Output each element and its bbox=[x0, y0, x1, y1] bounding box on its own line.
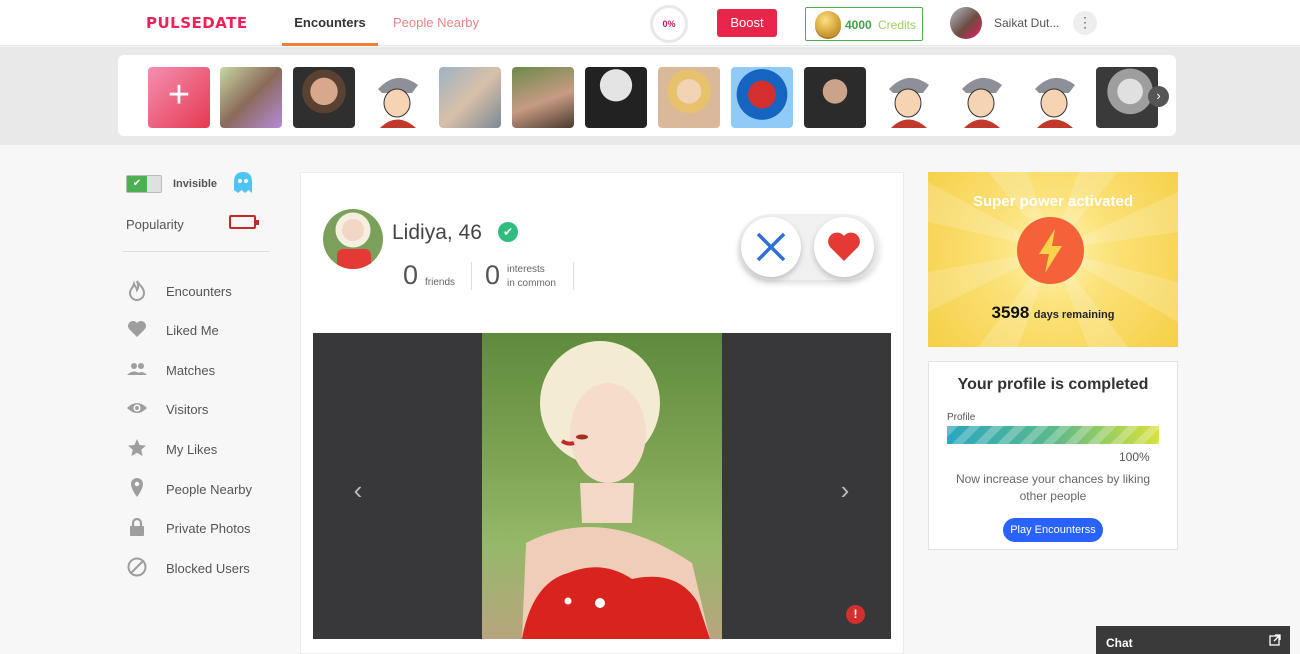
people-icon bbox=[127, 363, 147, 375]
play-encounters-button[interactable]: Play Encounterss bbox=[1003, 518, 1103, 542]
popularity-label: Popularity bbox=[126, 217, 184, 232]
sidebar-item-liked-me[interactable]: Liked Me bbox=[126, 318, 286, 342]
friends-label: friends bbox=[425, 277, 456, 288]
ghost-icon bbox=[234, 172, 252, 193]
chat-label: Chat bbox=[1106, 636, 1133, 650]
coins-icon bbox=[815, 11, 841, 37]
user-avatar[interactable] bbox=[950, 7, 982, 39]
strip-thumb[interactable] bbox=[220, 67, 282, 128]
days-remaining-label: days remaining bbox=[1033, 309, 1115, 321]
strip-thumb-cartoon[interactable] bbox=[950, 67, 1012, 128]
photo-prev-arrow-icon[interactable]: ‹ bbox=[346, 477, 370, 503]
report-alert-icon[interactable]: ! bbox=[846, 605, 865, 624]
sidebar-item-label: Visitors bbox=[166, 402, 209, 417]
profile-bar-label: Profile bbox=[947, 412, 976, 423]
profile-progress-indicator[interactable]: 0% bbox=[650, 5, 688, 43]
strip-thumb[interactable] bbox=[804, 67, 866, 128]
super-power-panel[interactable]: Super power activated 3598 days remainin… bbox=[928, 172, 1178, 347]
sidebar-item-label: Blocked Users bbox=[166, 561, 250, 576]
top-bar: PULSEDATE Encounters People Nearby 0% Bo… bbox=[0, 0, 1300, 46]
strip-thumb[interactable] bbox=[585, 67, 647, 128]
boost-button[interactable]: Boost bbox=[717, 9, 777, 37]
verified-check-icon: ✔ bbox=[498, 222, 518, 242]
interests-label: interests bbox=[507, 264, 545, 275]
strip-thumb[interactable] bbox=[293, 67, 355, 128]
stat-divider bbox=[573, 262, 574, 290]
sidebar-item-label: My Likes bbox=[166, 442, 218, 457]
credits-label: Credits bbox=[878, 18, 917, 32]
sidebar-item-label: Private Photos bbox=[166, 521, 251, 536]
profile-photo[interactable] bbox=[482, 333, 722, 639]
eye-icon bbox=[127, 403, 147, 413]
strip-thumb-cartoon[interactable] bbox=[1023, 67, 1085, 128]
profile-progress-bar bbox=[947, 426, 1159, 444]
strip-next-arrow-icon[interactable]: › bbox=[1148, 86, 1169, 107]
strip-thumb[interactable] bbox=[439, 67, 501, 128]
close-icon bbox=[756, 232, 786, 262]
sidebar-item-label: People Nearby bbox=[166, 482, 252, 497]
days-remaining-value: 3598 bbox=[991, 303, 1030, 322]
flame-icon bbox=[128, 280, 146, 301]
profile-completion-message: Now increase your chances by liking othe… bbox=[955, 472, 1151, 503]
friends-count: 0 bbox=[403, 260, 419, 290]
interests-count: 0 bbox=[485, 260, 501, 290]
dislike-button[interactable] bbox=[741, 217, 801, 277]
heart-icon bbox=[828, 232, 860, 261]
profile-completion-title: Your profile is completed bbox=[957, 376, 1149, 393]
popout-icon[interactable] bbox=[1269, 634, 1281, 646]
user-name[interactable]: Saikat Dut... bbox=[994, 16, 1059, 30]
block-icon bbox=[127, 557, 147, 577]
heart-icon bbox=[128, 321, 146, 337]
star-icon bbox=[128, 439, 146, 456]
lightning-bolt-icon bbox=[1017, 217, 1084, 284]
strip-thumb[interactable] bbox=[658, 67, 720, 128]
tab-encounters[interactable]: Encounters bbox=[282, 0, 378, 46]
strip-thumb-cartoon[interactable] bbox=[877, 67, 939, 128]
sidebar-item-visitors[interactable]: Visitors bbox=[126, 397, 286, 421]
sidebar-item-matches[interactable]: Matches bbox=[126, 358, 286, 382]
photo-next-arrow-icon[interactable]: › bbox=[833, 477, 857, 503]
profile-name[interactable]: Lidiya, 46 bbox=[392, 221, 482, 245]
sidebar-item-blocked-users[interactable]: Blocked Users bbox=[126, 556, 286, 580]
sidebar-item-people-nearby[interactable]: People Nearby bbox=[126, 477, 286, 501]
sidebar-item-encounters[interactable]: Encounters bbox=[126, 279, 286, 303]
profile-avatar[interactable] bbox=[323, 209, 383, 269]
credits-value: 4000 bbox=[845, 18, 872, 32]
more-options-icon[interactable]: ⋮ bbox=[1073, 11, 1097, 35]
popularity-battery-icon[interactable] bbox=[229, 215, 259, 229]
super-power-title: Super power activated bbox=[972, 193, 1134, 210]
encounters-strip: + bbox=[118, 55, 1176, 136]
sidebar-divider bbox=[122, 251, 270, 252]
sidebar-item-my-likes[interactable]: My Likes bbox=[126, 437, 286, 461]
like-button[interactable] bbox=[814, 217, 874, 277]
stat-divider bbox=[471, 262, 472, 290]
app-logo[interactable]: PULSEDATE bbox=[146, 14, 248, 32]
profile-progress-percent: 100% bbox=[1119, 450, 1150, 464]
location-icon bbox=[131, 478, 143, 497]
invisible-label: Invisible bbox=[173, 178, 218, 190]
strip-thumb[interactable] bbox=[731, 67, 793, 128]
check-icon: ✔ bbox=[127, 176, 147, 192]
profile-completion-panel: Your profile is completed Profile 100% N… bbox=[928, 361, 1178, 550]
super-power-days: 3598 days remaining bbox=[928, 303, 1178, 323]
interests-label-second-line: in common bbox=[507, 278, 556, 289]
lock-icon bbox=[130, 517, 144, 536]
tab-people-nearby[interactable]: People Nearby bbox=[393, 0, 479, 46]
strip-thumb-cartoon[interactable] bbox=[366, 67, 428, 128]
sidebar-item-private-photos[interactable]: Private Photos bbox=[126, 516, 286, 540]
credits-button[interactable]: 4000 Credits bbox=[805, 7, 923, 41]
invisible-toggle[interactable]: ✔ bbox=[126, 175, 162, 193]
sidebar-item-label: Liked Me bbox=[166, 323, 219, 338]
sidebar-item-label: Encounters bbox=[166, 284, 232, 299]
sidebar-item-label: Matches bbox=[166, 363, 216, 378]
add-photo-button[interactable]: + bbox=[148, 67, 210, 128]
strip-thumb[interactable] bbox=[512, 67, 574, 128]
chat-bar[interactable]: Chat bbox=[1096, 626, 1290, 654]
